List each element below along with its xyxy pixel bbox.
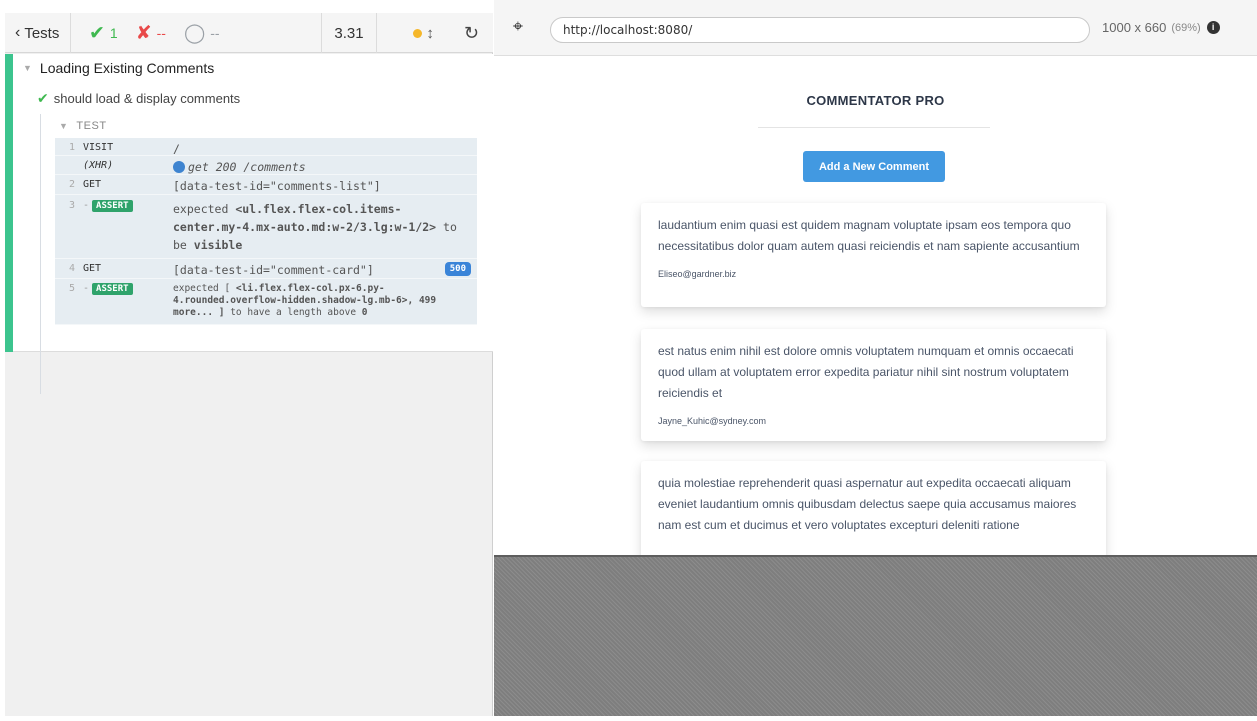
command-number: 5	[68, 283, 75, 294]
command-row[interactable]: 1 VISIT /	[55, 138, 477, 156]
chevron-left-icon: ‹	[15, 24, 21, 41]
assert-prefix: expected [	[173, 283, 236, 294]
aut-header: ⌖ http://localhost:8080/ 1000 x 660 (69%…	[494, 0, 1257, 56]
tests-label: Tests	[24, 24, 60, 42]
reload-icon[interactable]: ↻	[464, 23, 479, 44]
test-title-row[interactable]: ✔ should load & display comments	[37, 90, 240, 107]
pending-count: --	[210, 25, 220, 41]
url-bar[interactable]: http://localhost:8080/	[550, 17, 1090, 43]
page-title: COMMENTATOR PRO	[806, 93, 945, 108]
selector-playground-icon[interactable]: ⌖	[508, 16, 528, 36]
reporter-body: ▼ Loading Existing Comments ✔ should loa…	[5, 54, 493, 394]
xhr-status-icon	[173, 161, 185, 173]
check-icon: ✔	[37, 90, 49, 106]
duration: 3.31	[321, 13, 377, 53]
app-under-test: COMMENTATOR PRO Add a New Comment laudan…	[494, 57, 1257, 555]
test-section-title: TEST	[76, 120, 107, 132]
command-name-wrap: - ASSERT	[83, 200, 173, 212]
viewport-scale: (69%)	[1171, 21, 1201, 34]
suite-title: Loading Existing Comments	[39, 60, 215, 76]
test-block: ▼ TEST 1 VISIT / (XHR) get 200 /comments	[40, 114, 480, 394]
x-icon: ✘	[135, 22, 152, 44]
command-name: (XHR)	[83, 160, 114, 171]
caret-down-icon: ▼	[59, 121, 69, 131]
test-section-label[interactable]: ▼ TEST	[59, 120, 107, 132]
xhr-text: get 200 /comments	[188, 160, 306, 174]
stats: ✔ 1 ✘ -- ◯ --	[71, 13, 321, 53]
command-message: /	[173, 142, 180, 156]
command-log: 1 VISIT / (XHR) get 200 /comments 2 GET …	[55, 138, 477, 325]
aut-empty-area	[494, 555, 1257, 716]
command-row[interactable]: 5 - ASSERT expected [ <li.flex.flex-col.p…	[55, 279, 477, 325]
info-icon[interactable]: i	[1206, 21, 1220, 34]
assert-mid: to have a length above	[224, 307, 362, 318]
command-number: 3	[68, 200, 75, 211]
command-name-wrap: - ASSERT	[83, 283, 173, 295]
cypress-runner: ‹ Tests ✔ 1 ✘ -- ◯ -- 3.31 ↕ ↻ ▼ Loading…	[0, 0, 1257, 721]
assert-value: 0	[361, 307, 368, 318]
assert-prefix: expected	[173, 202, 236, 216]
assert-value: visible	[193, 238, 243, 252]
command-row[interactable]: 4 GET [data-test-id="comment-card"] 500	[55, 259, 477, 279]
suite-status-bar	[5, 54, 13, 352]
reporter-header: ‹ Tests ✔ 1 ✘ -- ◯ -- 3.31 ↕ ↻	[5, 13, 493, 53]
dash-glyph: -	[83, 200, 90, 211]
viewport-info[interactable]: 1000 x 660 (69%) i	[1102, 20, 1220, 35]
suite-title-row[interactable]: ▼ Loading Existing Comments	[23, 60, 214, 76]
auto-scroll-icon[interactable]: ↕	[426, 25, 434, 42]
assert-tag: ASSERT	[92, 283, 133, 295]
command-name: GET	[83, 263, 102, 274]
command-name: VISIT	[83, 142, 114, 153]
add-comment-button[interactable]: Add a New Comment	[803, 151, 945, 182]
count-badge: 500	[444, 262, 471, 276]
assert-tag: ASSERT	[92, 200, 133, 212]
comment-card: est natus enim nihil est dolore omnis vo…	[641, 329, 1106, 441]
comment-text: laudantium enim quasi est quidem magnam …	[658, 218, 1080, 253]
tests-button[interactable]: ‹ Tests	[5, 13, 71, 53]
failed-stat: ✘ --	[136, 22, 166, 45]
caret-down-icon: ▼	[23, 63, 32, 73]
command-row[interactable]: (XHR) get 200 /comments	[55, 156, 477, 175]
command-name: GET	[83, 179, 102, 190]
viewport-size: 1000 x 660	[1102, 20, 1167, 35]
comment-email: Eliseo@gardner.biz	[658, 269, 737, 279]
pending-stat: ◯ --	[184, 22, 220, 45]
passed-count: 1	[109, 25, 118, 41]
reporter-panel: ‹ Tests ✔ 1 ✘ -- ◯ -- 3.31 ↕ ↻ ▼ Loading…	[5, 13, 493, 716]
command-message: get 200 /comments	[173, 160, 477, 174]
command-message: expected <ul.flex.flex-col.items-center.…	[173, 200, 477, 254]
command-number: 2	[68, 179, 75, 190]
circle-icon: ◯	[183, 22, 206, 44]
comment-card: laudantium enim quasi est quidem magnam …	[641, 203, 1106, 307]
command-number: 4	[68, 263, 75, 274]
command-row[interactable]: 2 GET [data-test-id="comments-list"]	[55, 175, 477, 195]
passed-stat: ✔ 1	[89, 22, 118, 45]
dash-glyph: -	[83, 283, 90, 294]
comment-text: est natus enim nihil est dolore omnis vo…	[658, 344, 1074, 400]
command-message: [data-test-id="comments-list"]	[173, 179, 381, 193]
header-controls: ↕ ↻	[377, 13, 493, 53]
command-number: 1	[68, 142, 75, 153]
failed-count: --	[156, 25, 166, 41]
command-message: [data-test-id="comment-card"]	[173, 263, 374, 277]
command-row[interactable]: 3 - ASSERT expected <ul.flex.flex-col.ite…	[55, 195, 477, 259]
comment-text: quia molestiae reprehenderit quasi asper…	[658, 476, 1077, 532]
title-divider	[758, 127, 990, 128]
status-dot-icon	[413, 28, 423, 38]
comment-email: Jayne_Kuhic@sydney.com	[658, 416, 767, 426]
command-message: expected [ <li.flex.flex-col.px-6.py-4.r…	[173, 283, 477, 319]
test-title: should load & display comments	[53, 91, 241, 106]
check-icon: ✔	[89, 22, 105, 44]
comment-card: quia molestiae reprehenderit quasi asper…	[641, 461, 1106, 555]
